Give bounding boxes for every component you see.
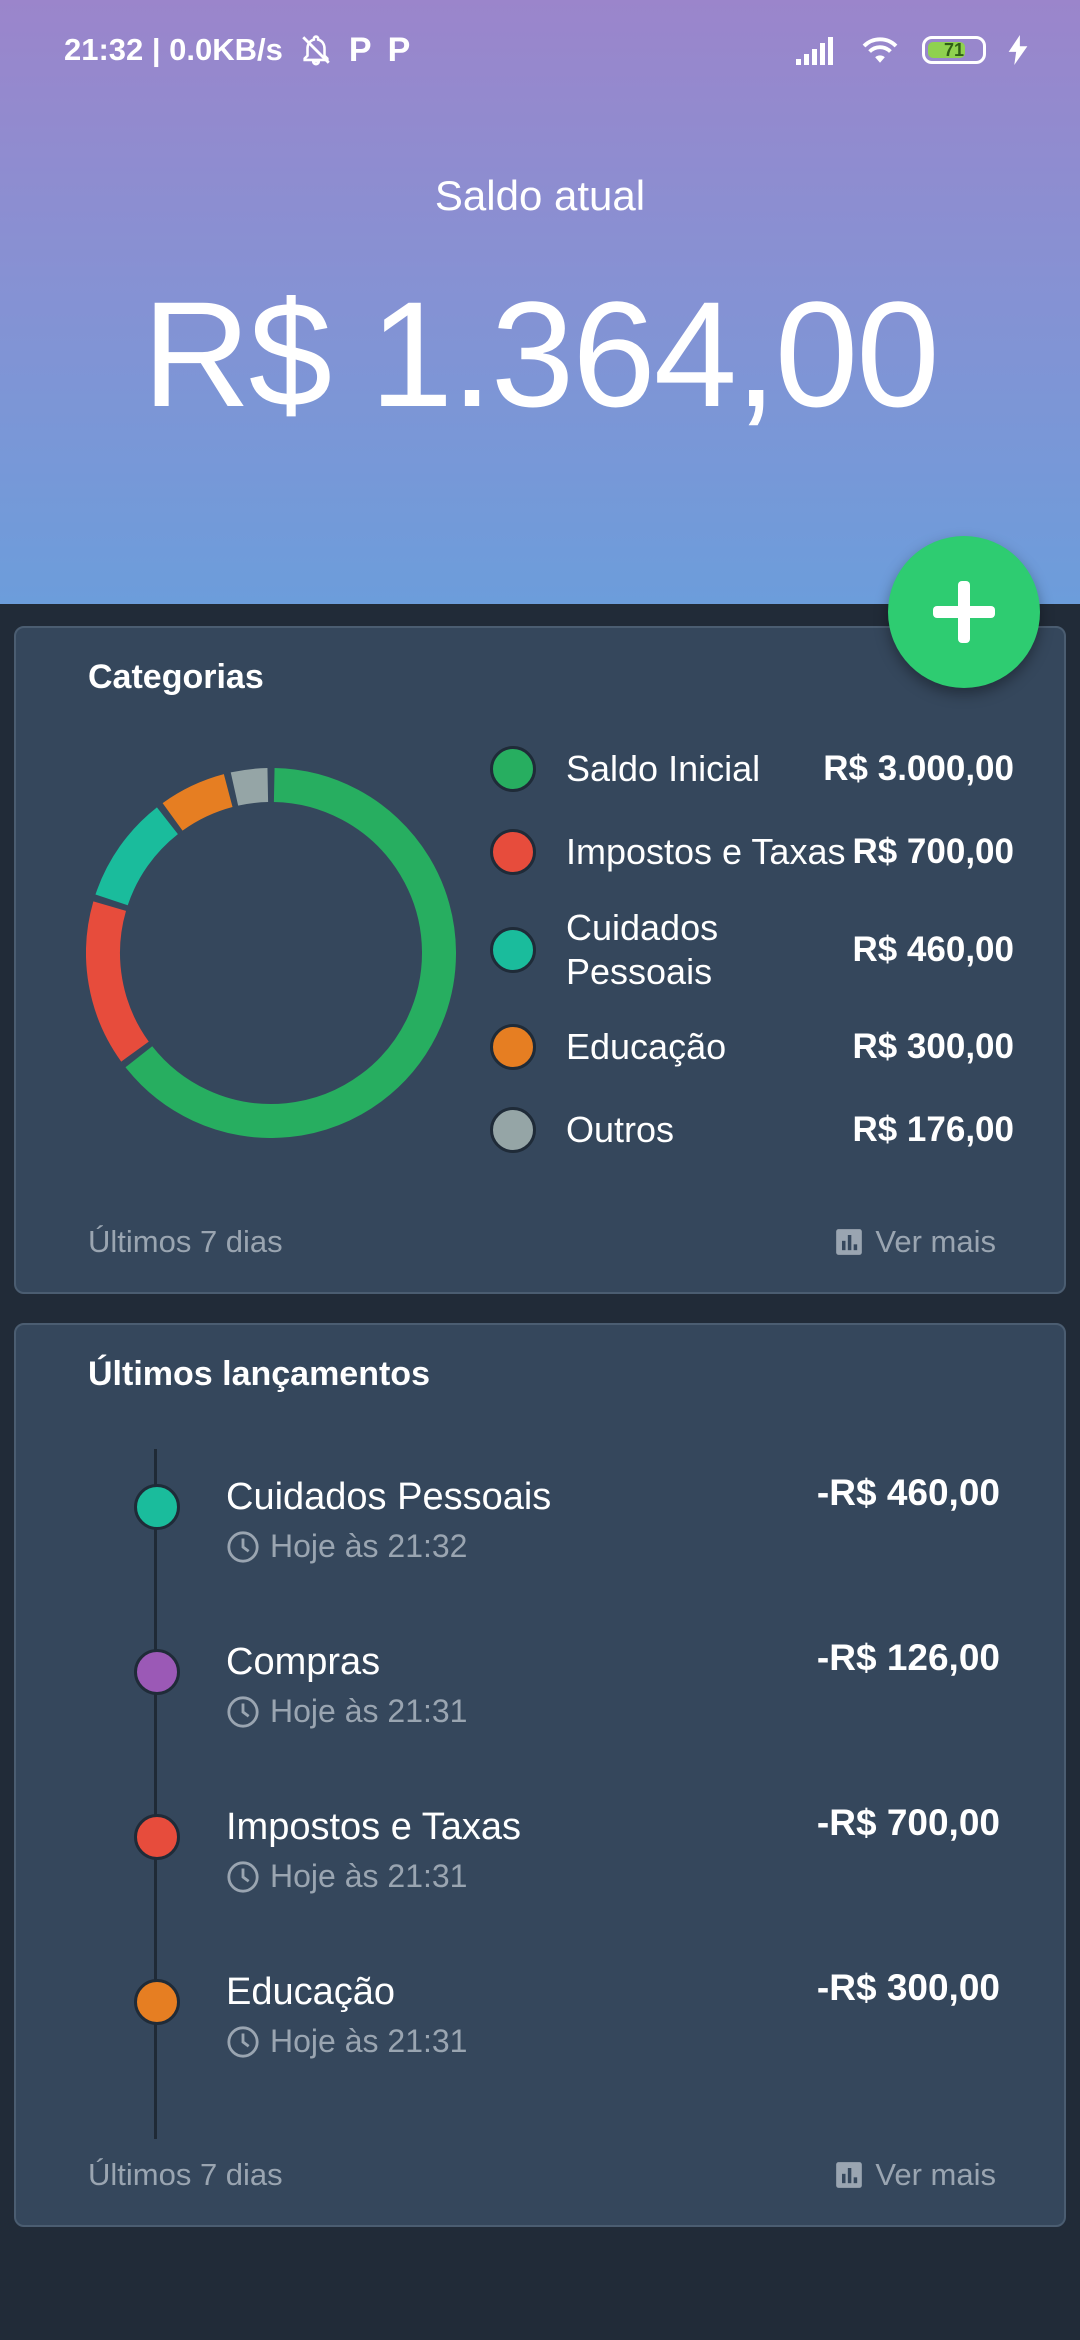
signal-icon (796, 37, 833, 65)
legend-item: Saldo Inicial R$ 3.000,00 (490, 746, 1014, 792)
transaction-category-dot (134, 1649, 180, 1695)
transaction-category-dot (134, 1814, 180, 1860)
clock-icon (227, 2025, 259, 2058)
legend-color-dot (490, 1024, 536, 1070)
transaction-item[interactable]: Impostos e Taxas Hoje às 21:31 -R$ 700,0… (16, 1802, 1068, 1934)
parking-notification-icon: P (387, 30, 411, 69)
transaction-name: Cuidados Pessoais (226, 1476, 552, 1518)
transaction-time: Hoje às 21:31 (226, 1693, 467, 1730)
categories-card: Categorias Saldo Inicial R$ 3.000,00 Imp… (14, 626, 1066, 1294)
legend-label: Cuidados Pessoais (566, 907, 719, 992)
transaction-amount: -R$ 300,00 (816, 1967, 1000, 2008)
transaction-item[interactable]: Compras Hoje às 21:31 -R$ 126,00 (16, 1637, 1068, 1769)
legend-value: R$ 300,00 (852, 1027, 1014, 1066)
see-more-label: Ver mais (875, 1224, 996, 1259)
transaction-amount: -R$ 700,00 (816, 1802, 1000, 1843)
transaction-time: Hoje às 21:32 (226, 1528, 467, 1565)
latest-transactions-card: Últimos lançamentos Cuidados Pessoais Ho… (14, 1323, 1066, 2227)
transaction-category-dot (134, 1484, 180, 1530)
legend-item: Cuidados Pessoais R$ 460,00 (490, 906, 1014, 994)
transaction-amount: -R$ 460,00 (816, 1472, 1000, 1513)
legend-color-dot (490, 927, 536, 973)
plus-icon (933, 581, 995, 643)
transaction-time-label: Hoje às 21:32 (270, 1528, 468, 1564)
donut-segment (162, 774, 233, 831)
period-label: Últimos 7 dias (88, 2157, 283, 2192)
transaction-time: Hoje às 21:31 (226, 2023, 467, 2060)
transaction-name: Compras (226, 1641, 381, 1683)
clock-icon (227, 1860, 259, 1893)
legend-label: Impostos e Taxas (566, 831, 846, 872)
legend-value: R$ 176,00 (852, 1110, 1014, 1149)
donut-segment (95, 807, 179, 906)
legend-value: R$ 700,00 (852, 832, 1014, 871)
categories-see-more-link[interactable]: Ver mais (835, 1224, 996, 1260)
balance-label: Saldo atual (434, 172, 646, 219)
legend-label: Educação (566, 1026, 727, 1067)
transaction-time-label: Hoje às 21:31 (270, 2023, 468, 2059)
status-time: 21:32 | 0.0KB/s (64, 32, 283, 67)
period-label: Últimos 7 dias (88, 1224, 283, 1259)
bar-chart-icon (836, 2162, 863, 2188)
bar-chart-icon (836, 1229, 863, 1255)
battery-icon: 71 (922, 36, 986, 64)
transaction-category-dot (134, 1979, 180, 2025)
transaction-time-label: Hoje às 21:31 (270, 1858, 468, 1894)
legend-item: Educação R$ 300,00 (490, 1024, 1014, 1070)
transaction-amount: -R$ 126,00 (816, 1637, 1000, 1678)
donut-segment (86, 901, 149, 1062)
legend-value: R$ 460,00 (852, 930, 1014, 969)
see-more-label: Ver mais (875, 2157, 996, 2192)
donut-segment (230, 768, 269, 806)
legend-item: Impostos e Taxas R$ 700,00 (490, 829, 1014, 875)
clock-icon (227, 1695, 259, 1728)
transactions-title: Últimos lançamentos (88, 1355, 430, 1393)
current-balance: R$ 1.364,00 (142, 270, 939, 438)
categories-title: Categorias (88, 658, 264, 696)
notifications-off-icon (302, 35, 330, 66)
legend-label: Saldo Inicial (566, 748, 761, 789)
header-background: 21:32 | 0.0KB/s P P 71 Saldo atual R$ 1.… (0, 0, 1080, 604)
clock-icon (227, 1530, 259, 1563)
legend-color-dot (490, 746, 536, 792)
wifi-icon (862, 37, 898, 63)
transaction-item[interactable]: Educação Hoje às 21:31 -R$ 300,00 (16, 1967, 1068, 2099)
categories-donut-chart (86, 768, 456, 1138)
status-bar: 21:32 | 0.0KB/s P P 71 (0, 0, 1080, 100)
legend-color-dot (490, 1107, 536, 1153)
legend-color-dot (490, 829, 536, 875)
transaction-name: Educação (226, 1971, 396, 2013)
transaction-name: Impostos e Taxas (226, 1806, 522, 1848)
charging-icon (1008, 35, 1028, 65)
donut-segment (125, 768, 456, 1138)
battery-level: 71 (943, 39, 965, 60)
transaction-time: Hoje às 21:31 (226, 1858, 467, 1895)
legend-item: Outros R$ 176,00 (490, 1107, 1014, 1153)
add-transaction-button[interactable] (888, 536, 1040, 688)
transaction-item[interactable]: Cuidados Pessoais Hoje às 21:32 -R$ 460,… (16, 1472, 1068, 1604)
parking-notification-icon: P (348, 30, 372, 69)
legend-value: R$ 3.000,00 (823, 749, 1014, 788)
legend-label: Outros (566, 1109, 675, 1150)
transaction-time-label: Hoje às 21:31 (270, 1693, 468, 1729)
transactions-see-more-link[interactable]: Ver mais (835, 2157, 996, 2193)
